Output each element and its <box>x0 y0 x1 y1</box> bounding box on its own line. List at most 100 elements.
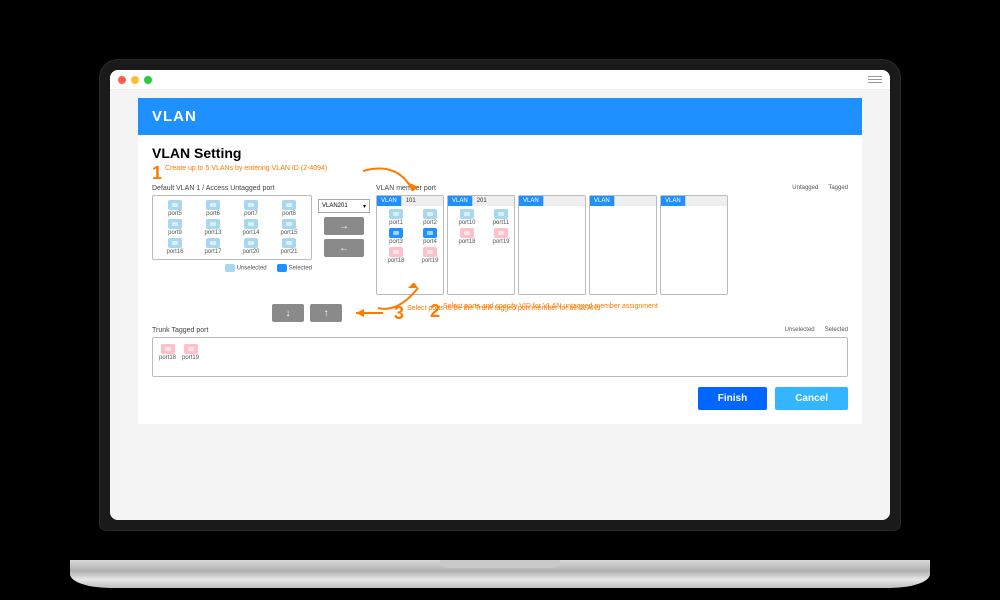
port-port20[interactable]: port20 <box>233 238 269 255</box>
laptop-mockup: VLAN VLAN Setting 1 Create up to 5 VLANs… <box>100 60 900 560</box>
page-title: VLAN Setting <box>152 145 848 161</box>
port-port2[interactable]: port2 <box>414 209 446 226</box>
port-port21[interactable]: port21 <box>271 238 307 255</box>
vlan-select-dropdown[interactable]: VLAN201 ▾ <box>318 199 370 213</box>
minimize-icon[interactable] <box>131 76 139 84</box>
port-port19[interactable]: port19 <box>182 344 199 370</box>
port-label: port19 <box>182 355 199 361</box>
port-label: port20 <box>242 249 259 255</box>
move-right-button[interactable]: → <box>324 217 364 235</box>
port-icon <box>423 247 437 257</box>
port-label: port16 <box>166 249 183 255</box>
default-vlan-column: Default VLAN 1 / Access Untagged port po… <box>152 185 312 272</box>
port-port18[interactable]: port18 <box>451 228 483 245</box>
port-port9[interactable]: port9 <box>157 219 193 236</box>
port-icon <box>389 247 403 257</box>
default-ports-grid: port5 port6 port7port8 port9 port13 port14 por… <box>157 200 307 255</box>
default-legend: Unselected Selected <box>152 264 312 272</box>
port-icon <box>282 219 296 229</box>
port-port3[interactable]: port3 <box>380 228 412 245</box>
action-buttons: Finish Cancel <box>152 387 848 410</box>
port-port5[interactable]: port5 <box>157 200 193 217</box>
finish-button[interactable]: Finish <box>698 387 767 410</box>
port-icon <box>494 209 508 219</box>
port-port11[interactable]: port11 <box>485 209 517 226</box>
legend-untagged: Untagged <box>792 185 818 191</box>
port-label: port6 <box>206 211 220 217</box>
port-port18[interactable]: port18 <box>380 247 412 264</box>
port-port13[interactable]: port13 <box>195 219 231 236</box>
arrow-step2-icon <box>368 283 428 323</box>
port-port19[interactable]: port19 <box>485 228 517 245</box>
port-label: port4 <box>423 239 437 245</box>
port-label: port17 <box>204 249 221 255</box>
port-label: port1 <box>389 220 403 226</box>
port-icon <box>161 344 175 354</box>
port-port14[interactable]: port14 <box>233 219 269 236</box>
vlan-column-1: VLAN201port10port11port18port19 <box>447 195 515 295</box>
port-icon <box>460 209 474 219</box>
main-layout: Default VLAN 1 / Access Untagged port po… <box>152 185 848 295</box>
vlan-id-input[interactable]: 201 <box>472 196 514 206</box>
port-port4[interactable]: port4 <box>414 228 446 245</box>
vlan-id-input[interactable] <box>614 196 656 206</box>
port-port1[interactable]: port1 <box>380 209 412 226</box>
screen: VLAN VLAN Setting 1 Create up to 5 VLANs… <box>110 70 890 520</box>
close-icon[interactable] <box>118 76 126 84</box>
vlan-member-section: VLAN member port Untagged Tagged VLAN101… <box>376 185 848 295</box>
move-left-button[interactable]: ← <box>324 239 364 257</box>
port-icon <box>423 209 437 219</box>
vlan-column-4: VLAN <box>660 195 728 295</box>
port-icon <box>244 238 258 248</box>
port-port16[interactable]: port16 <box>157 238 193 255</box>
port-icon <box>389 209 403 219</box>
vlan-columns: VLAN101port1port2port3port4port18port19V… <box>376 195 848 295</box>
port-label: port18 <box>458 239 475 245</box>
trunk-label: Trunk Tagged port <box>152 327 208 334</box>
port-icon <box>206 219 220 229</box>
port-port6[interactable]: port6 <box>195 200 231 217</box>
step-2-text: Select ports and specify VID for VLAN un… <box>443 303 658 311</box>
window-titlebar <box>110 70 890 90</box>
trunk-legend-selected: Selected <box>825 327 848 333</box>
port-port19[interactable]: port19 <box>414 247 446 264</box>
vlan-id-input[interactable] <box>543 196 585 206</box>
move-up-button[interactable]: ↑ <box>310 304 342 322</box>
banner-title: VLAN <box>152 108 197 125</box>
default-vlan-label: Default VLAN 1 / Access Untagged port <box>152 185 312 192</box>
chevron-down-icon: ▾ <box>363 203 366 210</box>
port-icon <box>282 200 296 210</box>
port-port7[interactable]: port7 <box>233 200 269 217</box>
default-ports-box: port5 port6 port7port8 port9 port13 port14 por… <box>152 195 312 260</box>
laptop-base <box>70 560 930 588</box>
page-content: VLAN VLAN Setting 1 Create up to 5 VLANs… <box>110 90 890 520</box>
port-icon <box>494 228 508 238</box>
member-legend: Untagged Tagged <box>792 185 848 193</box>
window-controls <box>118 76 152 84</box>
legend-unselected: Unselected <box>237 266 267 272</box>
port-icon <box>244 219 258 229</box>
port-label: port5 <box>168 211 182 217</box>
port-port8[interactable]: port8 <box>271 200 307 217</box>
port-icon <box>244 200 258 210</box>
page-banner: VLAN <box>138 98 862 135</box>
maximize-icon[interactable] <box>144 76 152 84</box>
move-down-button[interactable]: ↓ <box>272 304 304 322</box>
port-port18[interactable]: port18 <box>159 344 176 370</box>
port-label: port13 <box>204 230 221 236</box>
vlan-column-2: VLAN <box>518 195 586 295</box>
port-icon <box>184 344 198 354</box>
port-label: port19 <box>421 258 438 264</box>
port-port10[interactable]: port10 <box>451 209 483 226</box>
port-port17[interactable]: port17 <box>195 238 231 255</box>
cancel-button[interactable]: Cancel <box>775 387 848 410</box>
step-1-note: 1 Create up to 5 VLANs by entering VLAN … <box>152 165 848 181</box>
legend-tagged: Tagged <box>828 185 848 191</box>
vlan-id-input[interactable] <box>685 196 727 206</box>
port-icon <box>206 200 220 210</box>
port-label: port14 <box>242 230 259 236</box>
port-port15[interactable]: port15 <box>271 219 307 236</box>
port-label: port11 <box>493 220 510 226</box>
menu-icon[interactable] <box>868 76 882 83</box>
port-label: port3 <box>389 239 403 245</box>
